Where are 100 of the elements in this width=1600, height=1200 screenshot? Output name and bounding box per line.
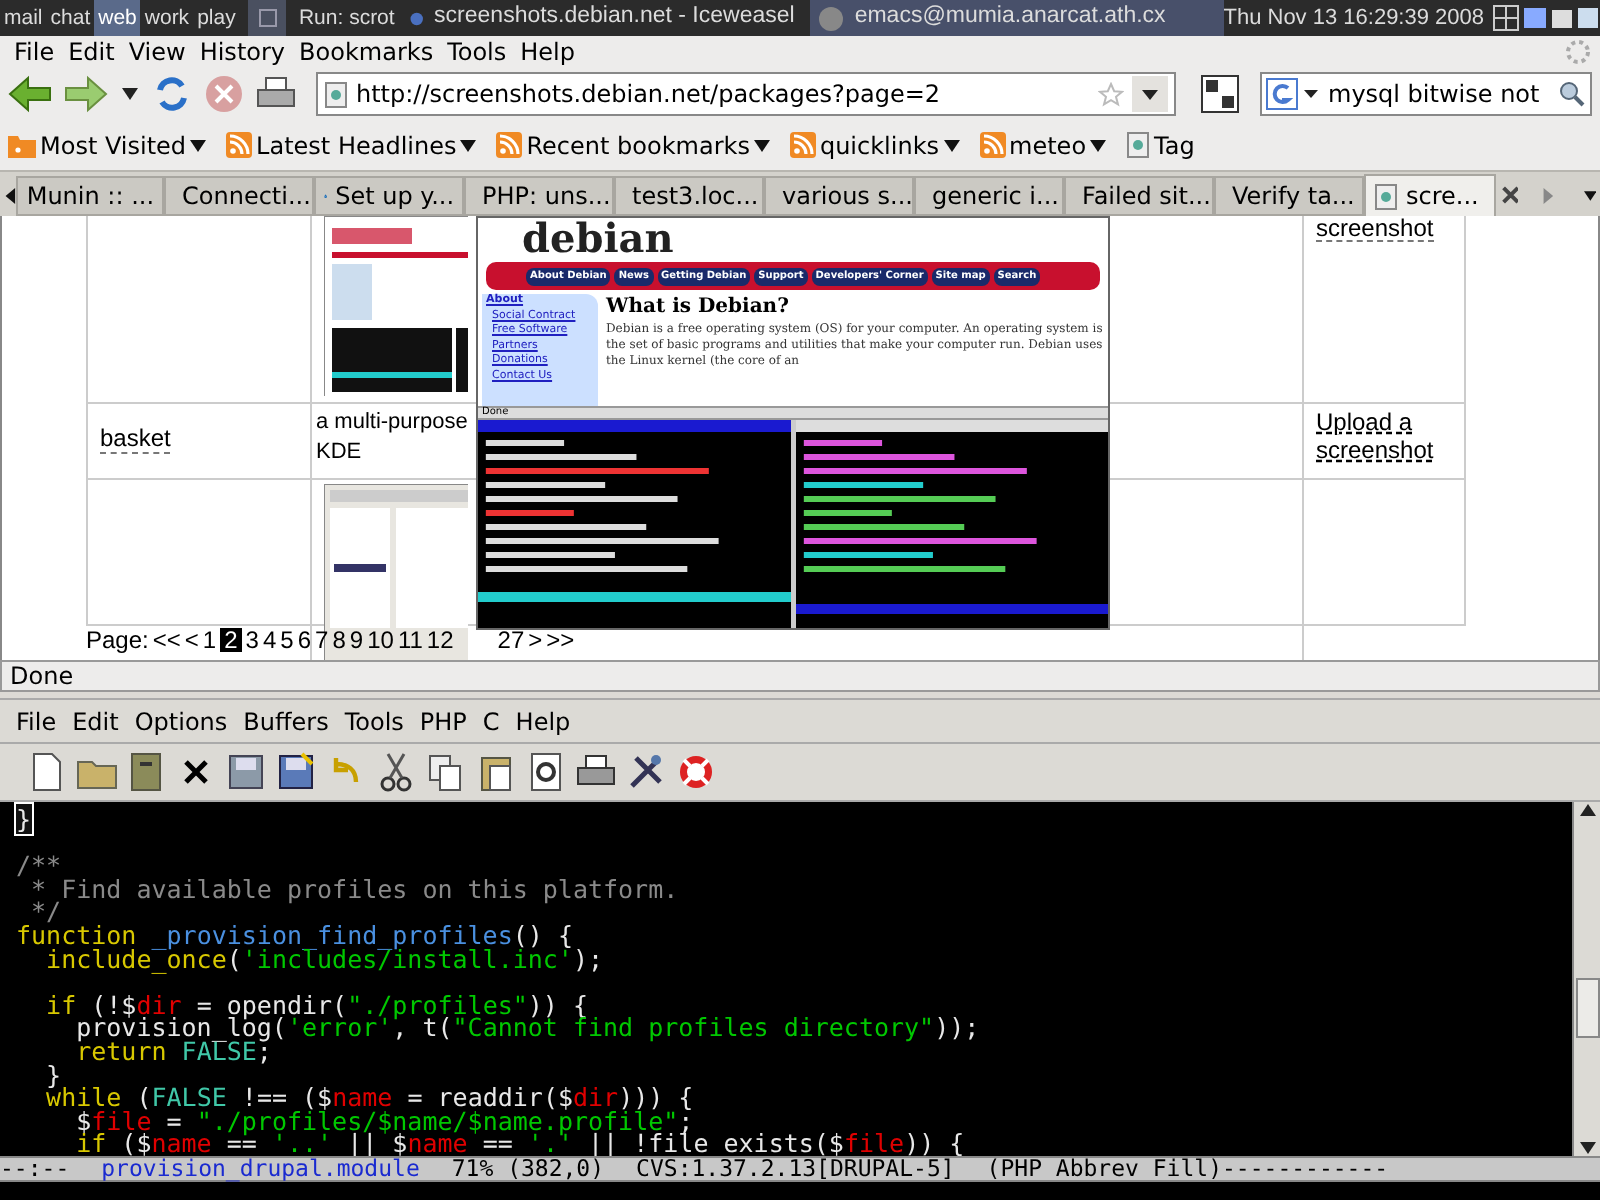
code-line: */ <box>31 900 62 924</box>
run-label: Run: scrot <box>298 7 395 29</box>
bookmark-item[interactable]: Latest Headlines <box>226 127 477 163</box>
workspace-button[interactable]: play <box>193 0 240 36</box>
page-link[interactable]: 12 <box>426 628 454 652</box>
bookmark-item[interactable]: Tag <box>1126 127 1195 163</box>
next-page-link[interactable]: > <box>528 628 543 652</box>
dropdown-icon[interactable] <box>120 86 140 102</box>
page-icon <box>1374 183 1399 209</box>
task-button[interactable]: screenshots.debian.net - Iceweasel <box>402 0 803 36</box>
bookmark-item[interactable]: quicklinks <box>789 127 960 163</box>
page-link[interactable]: 6 <box>297 628 312 652</box>
browser-tab[interactable]: Verify ta... <box>1214 176 1365 216</box>
grid-icon[interactable] <box>1200 74 1240 114</box>
code-line: } <box>44 1063 62 1087</box>
workspace-button[interactable]: mail <box>0 0 47 36</box>
code-line: function _provision_find_profiles() { <box>16 923 573 948</box>
folder-feed-icon <box>8 132 36 158</box>
page-link[interactable]: 3 <box>245 628 259 652</box>
caret-icon <box>190 139 207 151</box>
bookmark-item[interactable]: Most Visited <box>8 127 207 163</box>
pager-label: Page: <box>86 628 149 652</box>
page-icon <box>1126 132 1151 158</box>
menu-item[interactable]: File <box>8 34 61 70</box>
major-modes: (PHP Abbrev Fill)------------ <box>986 1157 1389 1181</box>
menu-item[interactable]: Help <box>514 34 581 70</box>
scrollbar-thumb[interactable] <box>1575 978 1599 1038</box>
page-link[interactable]: 27 <box>497 628 525 652</box>
reload-icon[interactable] <box>152 74 192 114</box>
version-control: CVS:1.37.2.13[DRUPAL-5] <box>636 1157 955 1181</box>
page-link[interactable]: 4 <box>262 628 277 652</box>
browser-tab[interactable]: test3.loc... <box>614 176 765 216</box>
page-link[interactable]: 7 <box>315 628 329 652</box>
browser-tab[interactable]: various s... <box>764 176 915 216</box>
tray-icons <box>1492 4 1600 32</box>
table-cell: a multi-purpose <box>316 408 468 438</box>
package-link[interactable]: basket <box>100 424 171 454</box>
page-link[interactable]: 2 <box>220 628 242 652</box>
workspace-button[interactable]: chat <box>46 0 95 36</box>
search-engine-icon[interactable] <box>1266 78 1322 110</box>
menu-item[interactable]: View <box>122 34 192 70</box>
workspace-button[interactable]: web <box>94 0 141 36</box>
menu-item[interactable]: Edit <box>62 34 121 70</box>
page-icon <box>324 81 348 107</box>
menu-item[interactable]: C <box>474 703 508 739</box>
upload-link[interactable]: Upload a screenshot <box>1316 408 1456 464</box>
forward-icon[interactable] <box>64 74 108 114</box>
previous-page-link[interactable]: < <box>184 628 199 652</box>
scrollbar[interactable] <box>1572 802 1600 1156</box>
back-icon[interactable] <box>8 74 52 114</box>
browser-tab[interactable]: Set up y... <box>314 176 465 216</box>
first-page-link[interactable]: << <box>152 628 181 652</box>
bookmark-item[interactable]: Recent bookmarks <box>496 127 770 163</box>
page-link[interactable]: 11 <box>397 628 423 652</box>
caret-icon <box>753 139 770 151</box>
page-link[interactable]: 5 <box>280 628 294 652</box>
bookmark-item[interactable]: meteo <box>979 127 1107 163</box>
menu-item[interactable]: History <box>193 34 292 70</box>
browser-tab[interactable]: Munin :: ... <box>16 176 165 216</box>
dropdown-icon[interactable] <box>1132 76 1168 112</box>
search-icon[interactable] <box>1558 80 1586 108</box>
browser-tab[interactable]: PHP: uns... <box>464 176 615 216</box>
debian-logo: debian <box>522 218 674 258</box>
page-link[interactable]: 10 <box>367 628 394 652</box>
page-link[interactable]: 8 <box>332 628 346 652</box>
page-link[interactable]: 1 <box>202 628 217 652</box>
menu-item[interactable]: Buffers <box>235 703 337 739</box>
menu-item[interactable]: Help <box>507 703 579 739</box>
menu-item[interactable]: Bookmarks <box>293 34 440 70</box>
caret-icon <box>460 139 477 151</box>
menu-item[interactable]: PHP <box>411 703 475 739</box>
browser-tab[interactable]: generic i... <box>914 176 1065 216</box>
menu-item[interactable]: Tools <box>336 703 412 739</box>
screenshot-link[interactable]: screenshot <box>1316 216 1434 242</box>
code-line: /** <box>16 854 62 878</box>
throbber-icon <box>1564 38 1592 66</box>
browser-tab[interactable]: scre... <box>1364 174 1496 216</box>
page-link[interactable]: 9 <box>349 628 364 652</box>
code-line: return FALSE; <box>74 1039 272 1064</box>
workspace-button[interactable]: work <box>140 0 194 36</box>
last-page-link[interactable]: >> <box>546 628 575 652</box>
browser-tab[interactable]: Connecti... <box>164 176 315 216</box>
table-cell: KDE <box>316 438 362 468</box>
url-field[interactable]: http://screenshots.debian.net/packages?page=2 <box>316 72 1176 116</box>
task-button[interactable]: emacs@mumia.anarcat.ath.cx <box>810 0 1224 36</box>
feed-icon <box>789 132 816 158</box>
search-field[interactable]: mysql bitwise not <box>1260 72 1592 116</box>
code-line: if (!$dir = opendir("./profiles")) { <box>44 993 589 1017</box>
code-line: $file = "./profiles/$name/$name.profile"; <box>76 1109 694 1133</box>
close-icon[interactable] <box>1501 184 1519 206</box>
menu-item[interactable]: Tools <box>441 34 513 70</box>
menu-item[interactable]: Options <box>126 703 236 739</box>
menu-item[interactable]: File <box>8 703 65 739</box>
feed-icon <box>226 132 253 158</box>
mode-flags: --:-- <box>0 1157 70 1181</box>
browser-tab[interactable]: Failed sit... <box>1064 176 1215 216</box>
menu-item[interactable]: Edit <box>64 703 127 739</box>
star-icon[interactable] <box>1098 81 1124 107</box>
tab-list-icon[interactable] <box>1583 190 1596 202</box>
code-line: * Find available profiles on this platform. <box>31 877 679 901</box>
